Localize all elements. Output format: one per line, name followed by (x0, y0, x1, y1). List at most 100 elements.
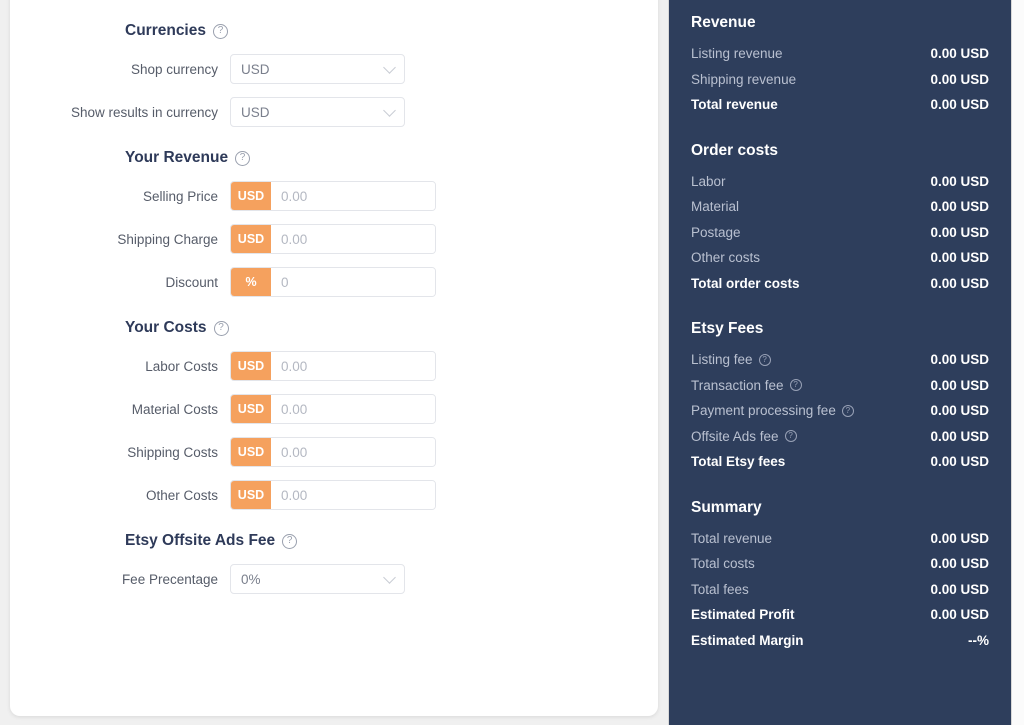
select-value: 0% (231, 572, 261, 587)
field-label: Shop currency (10, 62, 230, 77)
summary-row-value: 0.00 USD (930, 429, 989, 444)
summary-row-label-wrap: Listing revenue (691, 46, 783, 61)
summary-row-value: 0.00 USD (930, 607, 989, 622)
form-field-row: Selling PriceUSD (10, 181, 658, 211)
summary-section-heading: Etsy Fees (691, 320, 989, 338)
summary-row-label-wrap: Shipping revenue (691, 72, 796, 87)
chevron-down-icon[interactable] (383, 104, 396, 117)
select-value: USD (231, 105, 270, 120)
summary-row-value: 0.00 USD (930, 46, 989, 61)
help-circle-icon[interactable]: ? (213, 24, 228, 39)
amount-input[interactable] (271, 268, 436, 296)
summary-section-heading: Order costs (691, 142, 989, 160)
summary-row: Listing fee?0.00 USD (691, 347, 989, 373)
summary-row-label: Offsite Ads fee (691, 429, 779, 444)
summary-row-value: 0.00 USD (930, 378, 989, 393)
summary-row-value: 0.00 USD (930, 352, 989, 367)
summary-row-label-wrap: Total order costs (691, 276, 800, 291)
field-label: Other Costs (10, 488, 230, 503)
form-field-row: Show results in currencyUSD (10, 97, 658, 127)
select-control[interactable]: 0% (230, 564, 405, 594)
amount-input[interactable] (271, 438, 436, 466)
summary-row-label-wrap: Transaction fee? (691, 378, 802, 393)
form-field-row: Fee Precentage0% (10, 564, 658, 594)
help-circle-icon[interactable]: ? (235, 151, 250, 166)
summary-row: Listing revenue 0.00 USD (691, 41, 989, 67)
summary-row-value: --% (968, 633, 989, 648)
amount-input[interactable] (271, 395, 436, 423)
field-label: Labor Costs (10, 359, 230, 374)
summary-row-label: Total order costs (691, 276, 800, 291)
field-label: Show results in currency (10, 105, 230, 120)
summary-row: Estimated Profit0.00 USD (691, 602, 989, 628)
form-sections-container: Currencies?Shop currencyUSDShow results … (10, 0, 658, 594)
help-circle-icon[interactable]: ? (785, 430, 797, 442)
amount-input[interactable] (271, 225, 436, 253)
input-currency-prefix: USD (231, 182, 271, 210)
summary-row: Total Etsy fees0.00 USD (691, 449, 989, 475)
form-field-row: Labor CostsUSD (10, 351, 658, 381)
summary-row-label: Shipping revenue (691, 72, 796, 87)
prefixed-input-group: % (230, 267, 436, 297)
summary-row-label: Labor (691, 174, 726, 189)
summary-row-label: Postage (691, 225, 741, 240)
summary-row: Transaction fee? 0.00 USD (691, 373, 989, 399)
section-heading: Etsy Offsite Ads Fee? (10, 532, 658, 550)
summary-row: Postage 0.00 USD (691, 220, 989, 246)
summary-section: RevenueListing revenue0.00 USDShipping r… (691, 14, 989, 118)
summary-row: Total costs0.00 USD (691, 551, 989, 577)
select-control[interactable]: USD (230, 97, 405, 127)
prefixed-input-group: USD (230, 224, 436, 254)
help-circle-icon[interactable]: ? (790, 379, 802, 391)
help-circle-icon[interactable]: ? (282, 534, 297, 549)
summary-row-value: 0.00 USD (930, 174, 989, 189)
input-currency-prefix: USD (231, 225, 271, 253)
summary-row: Total revenue0.00 USD (691, 92, 989, 118)
summary-row-label-wrap: Material (691, 199, 739, 214)
help-circle-icon[interactable]: ? (214, 321, 229, 336)
field-label: Material Costs (10, 402, 230, 417)
input-currency-prefix: USD (231, 395, 271, 423)
summary-row-value: 0.00 USD (930, 276, 989, 291)
help-circle-icon[interactable]: ? (759, 354, 771, 366)
amount-input[interactable] (271, 352, 436, 380)
summary-row-label: Total revenue (691, 531, 772, 546)
prefixed-input-group: USD (230, 181, 436, 211)
chevron-down-icon[interactable] (383, 571, 396, 584)
summary-row-label: Material (691, 199, 739, 214)
summary-row-value: 0.00 USD (930, 403, 989, 418)
prefixed-input-group: USD (230, 351, 436, 381)
section-heading: Your Costs? (10, 319, 658, 337)
page-right-edge (1012, 0, 1024, 725)
summary-row: Material 0.00 USD (691, 194, 989, 220)
section-heading: Currencies? (10, 22, 658, 40)
select-control[interactable]: USD (230, 54, 405, 84)
summary-row: Total revenue 0.00 USD (691, 526, 989, 552)
chevron-down-icon[interactable] (383, 61, 396, 74)
summary-section-heading: Summary (691, 499, 989, 517)
section-title: Your Revenue (125, 149, 228, 167)
section-title: Currencies (125, 22, 206, 40)
calculator-form-card: Currencies?Shop currencyUSDShow results … (10, 0, 658, 716)
summary-row-value: 0.00 USD (930, 199, 989, 214)
summary-row-value: 0.00 USD (930, 72, 989, 87)
field-label: Fee Precentage (10, 572, 230, 587)
summary-row-value: 0.00 USD (930, 531, 989, 546)
summary-row: Total fees0.00 USD (691, 577, 989, 603)
help-circle-icon[interactable]: ? (842, 405, 854, 417)
field-label: Shipping Charge (10, 232, 230, 247)
summary-row-label-wrap: Total Etsy fees (691, 454, 785, 469)
amount-input[interactable] (271, 481, 436, 509)
summary-row-label: Transaction fee (691, 378, 784, 393)
summary-row-label: Payment processing fee (691, 403, 836, 418)
prefixed-input-group: USD (230, 394, 436, 424)
summary-row-label: Total revenue (691, 97, 778, 112)
amount-input[interactable] (271, 182, 436, 210)
summary-row-label-wrap: Labor (691, 174, 726, 189)
summary-row-label: Total Etsy fees (691, 454, 785, 469)
input-currency-prefix: USD (231, 352, 271, 380)
field-label: Shipping Costs (10, 445, 230, 460)
summary-section: Etsy FeesListing fee?0.00 USDTransaction… (691, 320, 989, 475)
summary-row-value: 0.00 USD (930, 225, 989, 240)
summary-row: Total order costs 0.00 USD (691, 271, 989, 297)
